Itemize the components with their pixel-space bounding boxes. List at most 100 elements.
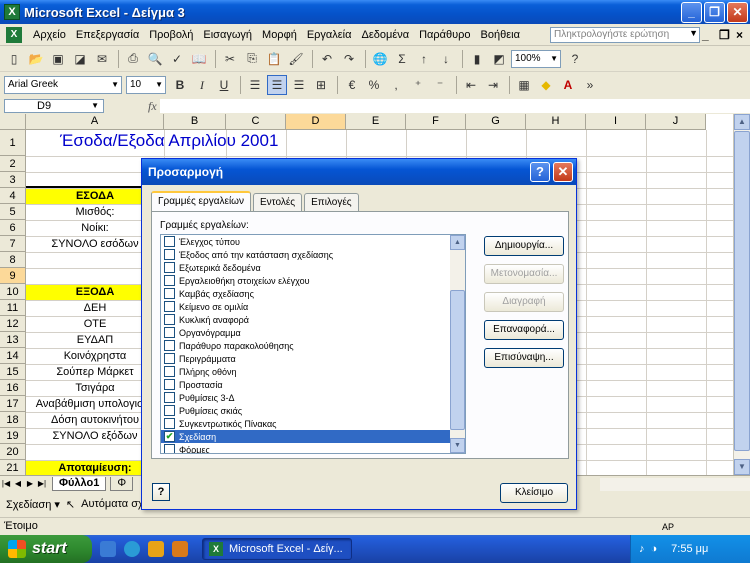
help-icon[interactable]: ? — [152, 483, 170, 501]
row-header[interactable]: 20 — [0, 444, 26, 460]
column-header[interactable]: H — [526, 114, 586, 130]
menu-file[interactable]: Αρχείο — [28, 29, 71, 41]
column-header[interactable]: C — [226, 114, 286, 130]
checkbox[interactable] — [164, 418, 175, 429]
scroll-thumb[interactable] — [734, 131, 750, 451]
row-header[interactable]: 21 — [0, 460, 26, 475]
row-header[interactable]: 19 — [0, 428, 26, 444]
menu-data[interactable]: Δεδομένα — [357, 29, 415, 41]
sort-descending-icon[interactable]: ↓ — [436, 49, 456, 69]
fill-color-icon[interactable]: ◆ — [536, 75, 556, 95]
tab-toolbars[interactable]: Γραμμές εργαλείων — [151, 191, 251, 212]
doc-restore-icon[interactable]: ❐ — [719, 28, 730, 42]
font-color-icon[interactable]: A — [558, 75, 578, 95]
list-item[interactable]: Έξοδος από την κατάσταση σχεδίασης — [161, 248, 451, 261]
print-preview-icon[interactable]: 🔍 — [145, 49, 165, 69]
checkbox[interactable] — [164, 353, 175, 364]
row-header[interactable]: 6 — [0, 220, 26, 236]
list-item[interactable]: Συγκεντρωτικός Πίνακας — [161, 417, 451, 430]
checkbox[interactable] — [164, 236, 175, 247]
first-sheet-icon[interactable]: |◀ — [0, 479, 12, 488]
row-header[interactable]: 4 — [0, 188, 26, 204]
list-item[interactable]: Εργαλειοθήκη στοιχείων ελέγχου — [161, 274, 451, 287]
list-item[interactable]: Κυκλική αναφορά — [161, 313, 451, 326]
list-item[interactable]: Καμβάς σχεδίασης — [161, 287, 451, 300]
chevron-down-icon[interactable]: ▼ — [689, 28, 698, 38]
row-header[interactable]: 14 — [0, 348, 26, 364]
row-header[interactable]: 15 — [0, 364, 26, 380]
checkbox[interactable] — [164, 366, 175, 377]
checkbox[interactable] — [164, 301, 175, 312]
internet-explorer-icon[interactable] — [124, 541, 140, 557]
row-header[interactable]: 12 — [0, 316, 26, 332]
toolbar-options-icon[interactable]: » — [580, 75, 600, 95]
delete-toolbar-button[interactable]: Διαγραφή — [484, 292, 564, 312]
list-item[interactable]: Προστασία — [161, 378, 451, 391]
menu-format[interactable]: Μορφή — [257, 29, 302, 41]
column-header-active[interactable]: D — [286, 114, 346, 130]
borders-icon[interactable]: ▦ — [514, 75, 534, 95]
desktop-icon[interactable] — [100, 541, 116, 557]
name-box[interactable]: D9 ▼ — [4, 99, 104, 113]
restore-button[interactable]: ❐ — [704, 1, 725, 23]
scroll-up-icon[interactable]: ▲ — [450, 235, 465, 250]
clock[interactable]: 7:55 μμ — [671, 543, 708, 555]
open-icon[interactable]: 📂 — [26, 49, 46, 69]
list-item[interactable]: Παράθυρο παρακολούθησης — [161, 339, 451, 352]
list-scroll-thumb[interactable] — [450, 290, 465, 430]
checkbox[interactable] — [164, 392, 175, 403]
row-header[interactable]: 10 — [0, 284, 26, 300]
menu-edit[interactable]: Επεξεργασία — [71, 29, 144, 41]
dialog-title-bar[interactable]: Προσαρμογή ? ✕ — [142, 159, 576, 185]
row-header[interactable]: 11 — [0, 300, 26, 316]
excel-app-icon[interactable]: X — [4, 4, 20, 20]
copy-icon[interactable]: ⎘ — [242, 49, 262, 69]
network-icon[interactable]: ◑ — [651, 543, 658, 555]
list-item[interactable]: Κείμενο σε ομιλία — [161, 300, 451, 313]
spelling-icon[interactable]: ✓ — [167, 49, 187, 69]
checkbox[interactable] — [164, 314, 175, 325]
increase-decimal-icon[interactable]: ⁺ — [408, 75, 428, 95]
media-player-icon[interactable] — [148, 541, 164, 557]
vertical-scrollbar[interactable]: ▲ ▼ — [733, 114, 750, 475]
insert-function-icon[interactable]: fx — [148, 99, 157, 114]
bold-button[interactable]: B — [170, 75, 190, 95]
undo-icon[interactable]: ↶ — [317, 49, 337, 69]
select-all-corner[interactable] — [0, 114, 26, 130]
sort-ascending-icon[interactable]: ↑ — [414, 49, 434, 69]
menu-tools[interactable]: Εργαλεία — [302, 29, 357, 41]
menu-help[interactable]: Βοήθεια — [476, 29, 525, 41]
checkbox-checked[interactable]: ✔ — [164, 431, 175, 442]
paste-icon[interactable]: 📋 — [264, 49, 284, 69]
toolbars-list[interactable]: Έλεγχος τύπου Έξοδος από την κατάσταση σ… — [160, 234, 466, 454]
reset-toolbar-button[interactable]: Επαναφορά... — [484, 320, 564, 340]
redo-icon[interactable]: ↷ — [339, 49, 359, 69]
print-icon[interactable]: ⎙ — [123, 49, 143, 69]
dialog-close-button[interactable]: ✕ — [553, 162, 573, 182]
row-header[interactable]: 17 — [0, 396, 26, 412]
row-header[interactable]: 3 — [0, 172, 26, 188]
taskbar-excel-button[interactable]: X Microsoft Excel - Δείγ... — [202, 538, 352, 560]
italic-button[interactable]: I — [192, 75, 212, 95]
list-item[interactable]: Ρυθμίσεις σκιάς — [161, 404, 451, 417]
decrease-indent-icon[interactable]: ⇤ — [461, 75, 481, 95]
doc-close-icon[interactable]: × — [736, 28, 743, 42]
dialog-help-button[interactable]: ? — [530, 162, 550, 182]
format-painter-icon[interactable]: 🖌 — [286, 49, 306, 69]
next-sheet-icon[interactable]: ▶ — [24, 479, 36, 488]
list-item[interactable]: Φόρμες — [161, 443, 451, 453]
checkbox[interactable] — [164, 249, 175, 260]
percent-icon[interactable]: % — [364, 75, 384, 95]
checkbox[interactable] — [164, 340, 175, 351]
row-header[interactable]: 5 — [0, 204, 26, 220]
column-header[interactable]: A — [26, 114, 164, 130]
row-header[interactable]: 2 — [0, 156, 26, 172]
column-header[interactable]: B — [164, 114, 226, 130]
list-item[interactable]: Ρυθμίσεις 3-Δ — [161, 391, 451, 404]
sheet-tab-active[interactable]: Φύλλο1 — [52, 476, 107, 491]
checkbox[interactable] — [164, 327, 175, 338]
permission-icon[interactable]: ◪ — [70, 49, 90, 69]
save-icon[interactable]: ▣ — [48, 49, 68, 69]
workbook-icon[interactable]: X — [6, 26, 22, 43]
checkbox[interactable] — [164, 275, 175, 286]
